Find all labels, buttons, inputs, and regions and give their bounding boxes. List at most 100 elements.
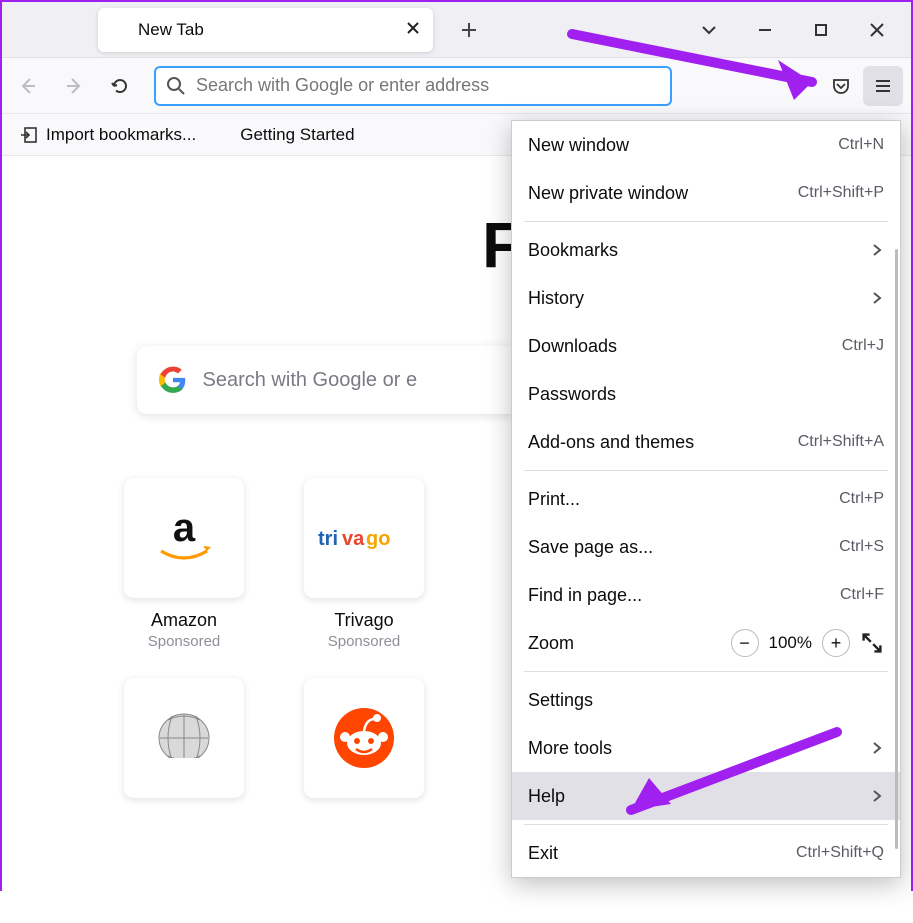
menu-new-window[interactable]: New window Ctrl+N xyxy=(512,121,900,169)
menu-label: Settings xyxy=(528,690,884,711)
menu-label: Downloads xyxy=(528,336,842,357)
menu-label: Bookmarks xyxy=(528,240,870,261)
chevron-right-icon xyxy=(870,291,884,305)
import-bookmarks-button[interactable]: Import bookmarks... xyxy=(20,125,196,145)
menu-shortcut: Ctrl+Shift+Q xyxy=(796,844,884,862)
menu-shortcut: Ctrl+Shift+P xyxy=(798,184,884,202)
title-bar: New Tab xyxy=(2,2,911,58)
import-icon xyxy=(20,126,38,144)
hamburger-icon xyxy=(873,76,893,96)
svg-text:go: go xyxy=(366,528,390,550)
menu-label: New window xyxy=(528,135,838,156)
menu-label: Help xyxy=(528,786,870,807)
new-tab-button[interactable] xyxy=(451,12,487,48)
tile-card xyxy=(124,678,244,798)
menu-label: Passwords xyxy=(528,384,884,405)
trivago-icon: tri va go xyxy=(318,523,410,553)
menu-shortcut: Ctrl+J xyxy=(842,337,884,355)
menu-separator xyxy=(524,470,888,471)
tile-reddit[interactable] xyxy=(304,678,424,798)
menu-find-in-page[interactable]: Find in page... Ctrl+F xyxy=(512,571,900,619)
menu-shortcut: Ctrl+Shift+A xyxy=(798,433,884,451)
menu-label: New private window xyxy=(528,183,798,204)
tile-wikipedia[interactable] xyxy=(124,678,244,798)
menu-label: Add-ons and themes xyxy=(528,432,798,453)
pocket-icon xyxy=(831,76,851,96)
menu-separator xyxy=(524,671,888,672)
menu-separator xyxy=(524,221,888,222)
menu-new-private-window[interactable]: New private window Ctrl+Shift+P xyxy=(512,169,900,217)
app-menu-button[interactable] xyxy=(863,66,903,106)
menu-label: Zoom xyxy=(528,633,731,654)
menu-save-page-as[interactable]: Save page as... Ctrl+S xyxy=(512,523,900,571)
zoom-out-button[interactable]: − xyxy=(731,629,759,657)
menu-downloads[interactable]: Downloads Ctrl+J xyxy=(512,322,900,370)
forward-button[interactable] xyxy=(56,68,92,104)
firefox-hero-icon xyxy=(352,190,462,300)
chevron-down-icon xyxy=(700,21,718,39)
menu-help[interactable]: Help xyxy=(512,772,900,820)
browser-tab[interactable]: New Tab xyxy=(98,8,433,52)
tile-title: Trivago xyxy=(334,610,393,631)
menu-shortcut: Ctrl+P xyxy=(839,490,884,508)
plus-icon xyxy=(460,21,478,39)
menu-label: Print... xyxy=(528,489,839,510)
app-menu: New window Ctrl+N New private window Ctr… xyxy=(511,120,901,878)
menu-separator xyxy=(524,824,888,825)
reddit-icon xyxy=(333,707,395,769)
menu-shortcut: Ctrl+S xyxy=(839,538,884,556)
zoom-percentage: 100% xyxy=(769,633,812,653)
tile-sub: Sponsored xyxy=(328,633,401,650)
url-bar[interactable] xyxy=(154,66,672,106)
x-icon xyxy=(869,22,885,38)
save-to-pocket-button[interactable] xyxy=(823,68,859,104)
tile-card: tri va go xyxy=(304,478,424,598)
menu-label: Exit xyxy=(528,843,796,864)
menu-label: Find in page... xyxy=(528,585,840,606)
back-button[interactable] xyxy=(10,68,46,104)
menu-label: History xyxy=(528,288,870,309)
tile-card xyxy=(304,678,424,798)
menu-label: More tools xyxy=(528,738,870,759)
minimize-window-button[interactable] xyxy=(737,2,793,58)
chevron-right-icon xyxy=(870,789,884,803)
reload-button[interactable] xyxy=(102,68,138,104)
x-icon xyxy=(406,21,420,35)
menu-settings[interactable]: Settings xyxy=(512,676,900,724)
menu-label: Save page as... xyxy=(528,537,839,558)
tile-sub: Sponsored xyxy=(148,633,221,650)
chevron-right-icon xyxy=(870,243,884,257)
menu-history[interactable]: History xyxy=(512,274,900,322)
menu-exit[interactable]: Exit Ctrl+Shift+Q xyxy=(512,829,900,877)
firefox-favicon-icon xyxy=(108,20,128,40)
menu-passwords[interactable]: Passwords xyxy=(512,370,900,418)
fullscreen-icon[interactable] xyxy=(860,631,884,655)
menu-scrollbar[interactable] xyxy=(895,249,898,849)
search-placeholder: Search with Google or e xyxy=(203,369,418,392)
bookmark-label: Getting Started xyxy=(240,125,354,145)
tile-amazon[interactable]: a Amazon Sponsored xyxy=(124,478,244,650)
menu-addons[interactable]: Add-ons and themes Ctrl+Shift+A xyxy=(512,418,900,466)
maximize-window-button[interactable] xyxy=(793,2,849,58)
arrow-right-icon xyxy=(64,76,84,96)
firefox-favicon-icon xyxy=(214,126,232,144)
close-window-button[interactable] xyxy=(849,2,905,58)
menu-bookmarks[interactable]: Bookmarks xyxy=(512,226,900,274)
amazon-icon: a xyxy=(149,511,219,565)
menu-shortcut: Ctrl+N xyxy=(838,136,884,154)
reload-icon xyxy=(110,76,130,96)
list-all-tabs-button[interactable] xyxy=(681,2,737,58)
zoom-in-button[interactable]: + xyxy=(822,629,850,657)
search-icon xyxy=(166,76,186,96)
menu-more-tools[interactable]: More tools xyxy=(512,724,900,772)
tile-title: Amazon xyxy=(151,610,217,631)
svg-text:va: va xyxy=(342,528,365,550)
tile-card: a xyxy=(124,478,244,598)
maximize-icon xyxy=(814,23,828,37)
tile-trivago[interactable]: tri va go Trivago Sponsored xyxy=(304,478,424,650)
minimize-icon xyxy=(757,22,773,38)
close-tab-button[interactable] xyxy=(403,21,423,38)
menu-print[interactable]: Print... Ctrl+P xyxy=(512,475,900,523)
bookmark-getting-started[interactable]: Getting Started xyxy=(214,125,354,145)
url-input[interactable] xyxy=(196,75,660,96)
